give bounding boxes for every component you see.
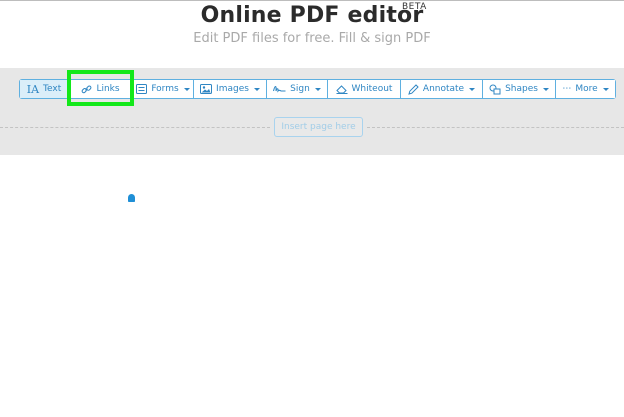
whiteout-tool-button[interactable]: Whiteout [328, 80, 401, 98]
cursor-marker-icon [128, 194, 135, 202]
page-header: Online PDF editor BETA Edit PDF files fo… [0, 0, 624, 66]
forms-tool-button[interactable]: Forms [133, 80, 194, 98]
page-divider-left [0, 127, 270, 128]
whiteout-tool-label: Whiteout [351, 84, 393, 94]
page-subtitle: Edit PDF files for free. Fill & sign PDF [193, 31, 431, 46]
chevron-down-icon [602, 87, 609, 91]
shapes-tool-button[interactable]: Shapes [483, 80, 556, 98]
chevron-down-icon [542, 87, 549, 91]
chevron-down-icon [469, 87, 476, 91]
beta-badge: BETA [402, 2, 427, 12]
links-tool-label: Links [96, 84, 120, 94]
text-icon: IA [26, 82, 40, 96]
shapes-icon [489, 84, 501, 95]
editor-toolbar: IA Text Links Forms Images Sign Whiteout [19, 79, 616, 99]
sign-tool-button[interactable]: Sign [267, 80, 328, 98]
forms-tool-label: Forms [151, 84, 179, 94]
links-tool-button[interactable]: Links [69, 80, 133, 98]
form-icon [136, 84, 148, 94]
annotate-tool-button[interactable]: Annotate [401, 80, 483, 98]
pencil-icon [408, 83, 419, 95]
insert-page-button[interactable]: Insert page here [274, 117, 363, 137]
chevron-down-icon [183, 87, 190, 91]
more-tool-label: More [575, 84, 598, 94]
annotate-tool-label: Annotate [422, 84, 465, 94]
ellipsis-icon: ⋯ [562, 84, 572, 94]
image-icon [200, 84, 213, 94]
link-icon [81, 84, 92, 95]
page-divider-right [367, 127, 624, 128]
chevron-down-icon [253, 87, 260, 91]
more-tool-button[interactable]: ⋯ More [556, 80, 615, 98]
images-tool-button[interactable]: Images [194, 80, 267, 98]
page-title: Online PDF editor [200, 3, 424, 28]
shapes-tool-label: Shapes [505, 84, 538, 94]
signature-icon [273, 84, 286, 94]
eraser-icon [335, 84, 348, 94]
sign-tool-label: Sign [290, 84, 310, 94]
chevron-down-icon [314, 87, 321, 91]
images-tool-label: Images [216, 84, 249, 94]
text-tool-button[interactable]: IA Text [20, 80, 69, 98]
text-tool-label: Text [43, 84, 62, 94]
